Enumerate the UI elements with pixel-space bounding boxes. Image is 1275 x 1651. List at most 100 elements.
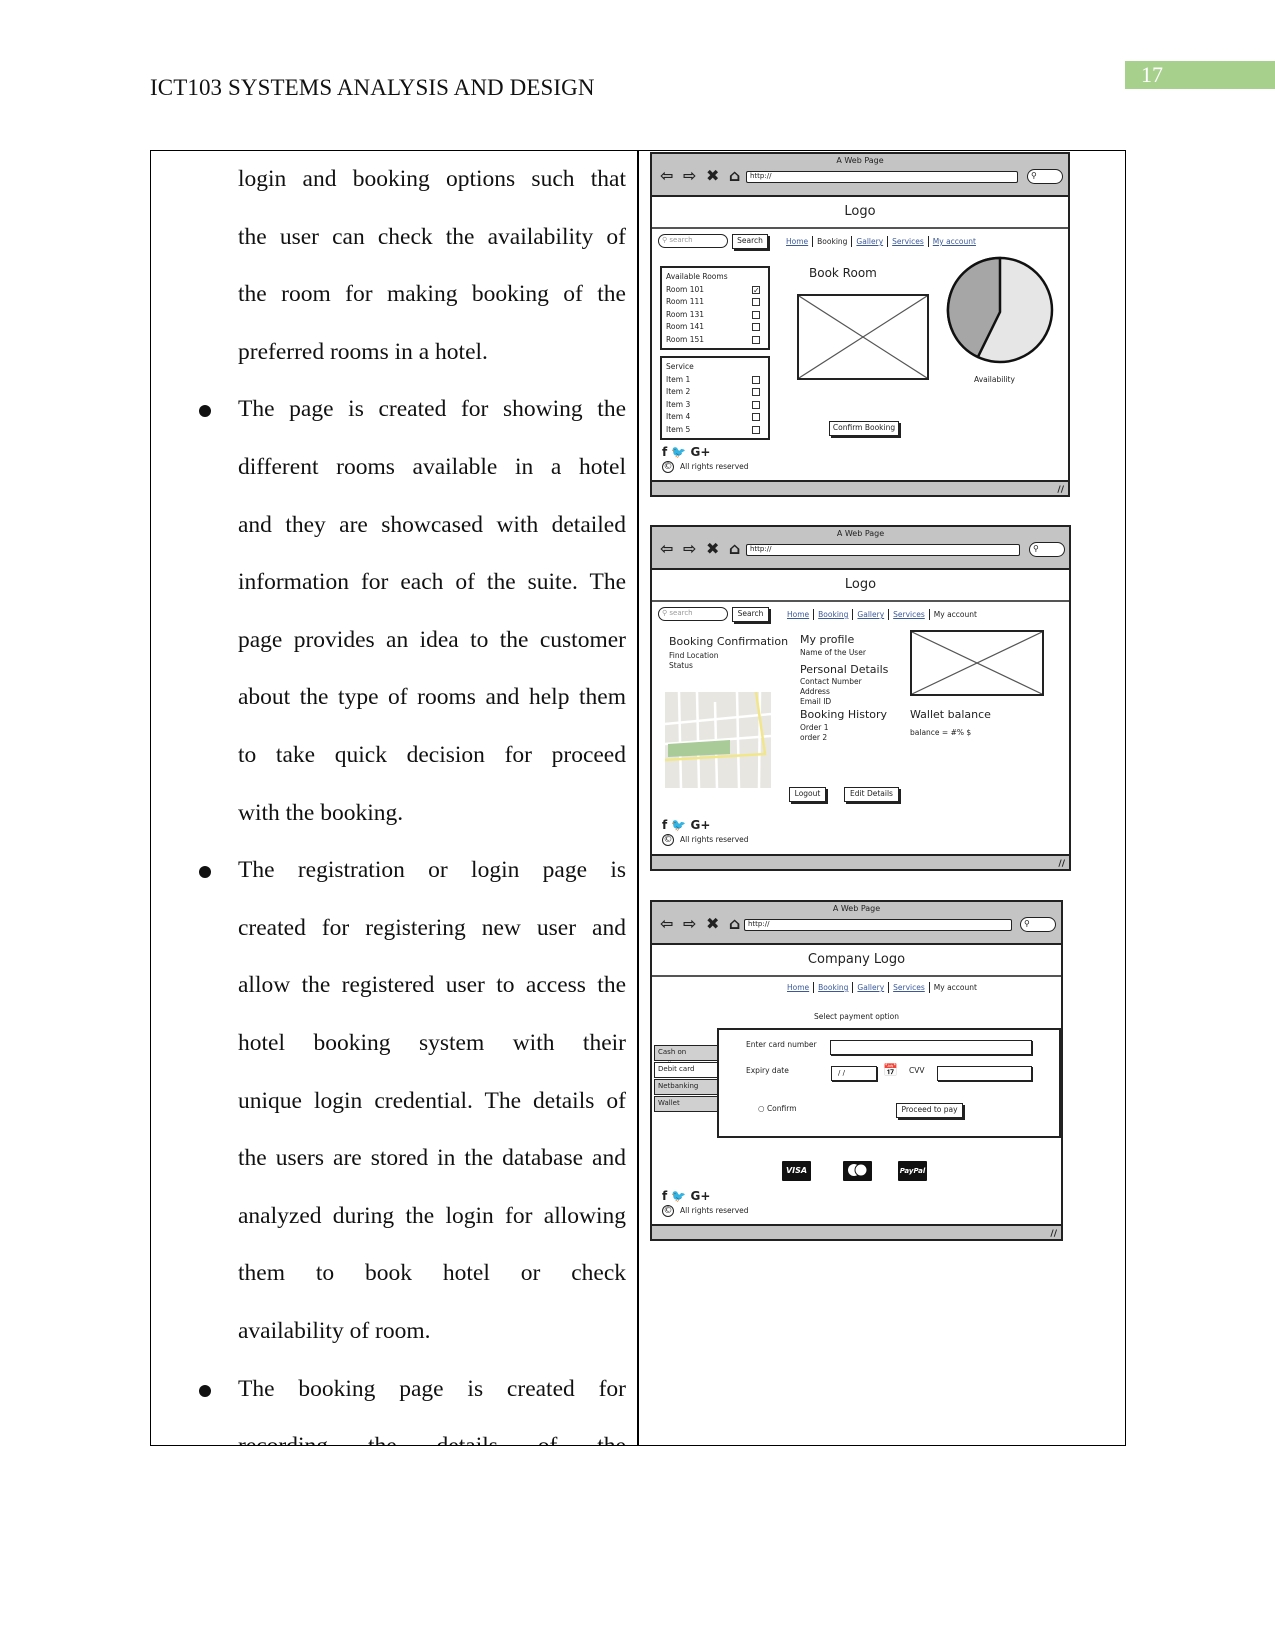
wireframe-profile: A Web Page ⇦ ⇨ ✖ ⌂ http:// ⚲ Logo ⚲ sear… xyxy=(650,525,1071,871)
nav-link-booking: Booking xyxy=(813,236,853,247)
copyright-text: All rights reserved xyxy=(680,462,749,471)
copyright: © All rights reserved xyxy=(662,461,749,473)
paragraph-line: to take quick decision for proceed xyxy=(238,742,626,768)
checkbox-label: Room 111 xyxy=(666,297,705,306)
balance-value: balance = #% $ xyxy=(910,728,972,737)
payment-form-panel: Enter card number Expiry date / / 📅 CVV … xyxy=(717,1028,1061,1138)
user-name: Name of the User xyxy=(800,648,866,657)
nav-links: Home Booking Gallery Services My account xyxy=(782,236,980,247)
url-bar: http:// xyxy=(746,544,1020,556)
checkbox-row: Room 131 xyxy=(666,309,764,322)
pie-label: Availability xyxy=(974,375,1015,384)
checkbox-icon xyxy=(752,425,760,434)
copyright: © All rights reserved xyxy=(662,834,749,846)
paragraph-line: and they are showcased with detailed xyxy=(238,511,626,538)
status: Status xyxy=(669,661,693,670)
wireframe-booking: A Web Page ⇦ ⇨ ✖ ⌂ http:// ⚲ Logo ⚲ sear… xyxy=(650,152,1070,497)
bullet-icon xyxy=(199,866,211,879)
status-bar: // xyxy=(652,480,1068,495)
image-placeholder xyxy=(797,294,929,380)
checkbox-label: Room 141 xyxy=(666,322,705,331)
copyright-text: All rights reserved xyxy=(680,1206,749,1215)
checkbox-icon xyxy=(752,335,760,344)
company-logo: Company Logo xyxy=(807,952,906,967)
card-number-label: Enter card number xyxy=(746,1040,817,1049)
confirm-booking-button: Confirm Booking xyxy=(829,421,899,436)
resize-grip-icon: // xyxy=(1058,859,1065,869)
expiry-date-input: / / xyxy=(831,1066,877,1081)
resize-grip-icon: // xyxy=(1057,485,1064,495)
checkbox-row: Item 3 xyxy=(666,399,764,412)
logo: Logo xyxy=(844,577,877,592)
divider xyxy=(652,975,1061,977)
proceed-to-pay-button: Proceed to pay xyxy=(896,1103,963,1118)
status-bar: // xyxy=(652,854,1069,869)
mastercard-icon xyxy=(843,1161,872,1181)
paragraph-line: the user can check the availability of xyxy=(238,223,626,250)
divider xyxy=(652,600,1069,602)
checkbox-label: Item 4 xyxy=(666,412,691,421)
browser-search-icon: ⚲ xyxy=(1020,917,1056,932)
nav-link-services: Services xyxy=(889,609,930,620)
nav-link-my-account: My account xyxy=(933,983,977,992)
browser-nav-icons: ⇦ ⇨ ✖ ⌂ xyxy=(660,166,743,185)
checkbox-icon xyxy=(752,298,760,306)
nav-link-my-account: My account xyxy=(933,610,977,619)
social-icons: f 🐦 G+ xyxy=(662,1189,711,1203)
cvv-input xyxy=(937,1066,1032,1081)
text-column: login and booking options such that the u… xyxy=(151,151,637,1445)
checkbox-row: Room 101 ✓ xyxy=(666,284,764,297)
search-placeholder: search xyxy=(669,236,693,244)
browser-toolbar: A Web Page ⇦ ⇨ ✖ ⌂ http:// ⚲ xyxy=(652,902,1061,945)
calendar-icon: 📅 xyxy=(883,1063,898,1077)
browser-search-icon: ⚲ xyxy=(1029,542,1065,557)
browser-search-icon: ⚲ xyxy=(1027,169,1063,184)
search-button: Search xyxy=(732,234,768,249)
copyright-icon: © xyxy=(662,1205,674,1217)
book-room-heading: Book Room xyxy=(809,266,877,280)
nav-links: Home Booking Gallery Services My account xyxy=(783,609,981,620)
paragraph-line: preferred rooms in a hotel. xyxy=(238,338,488,365)
browser-toolbar: A Web Page ⇦ ⇨ ✖ ⌂ http:// ⚲ xyxy=(652,527,1069,570)
nav-link-gallery: Gallery xyxy=(853,609,890,620)
paragraph-line: allow the registered user to access the xyxy=(238,972,626,999)
service-title: Service xyxy=(666,362,694,371)
paragraph-line: different rooms available in a hotel xyxy=(238,454,626,480)
profile-image-placeholder xyxy=(910,630,1044,696)
paragraph-line: with the booking. xyxy=(238,799,404,826)
bullet-icon xyxy=(199,1384,211,1397)
personal-details-heading: Personal Details xyxy=(800,663,889,676)
email-id: Email ID xyxy=(800,697,832,706)
payment-tab-wallet: Wallet xyxy=(654,1096,718,1112)
search-input: ⚲ search xyxy=(658,234,728,248)
checkbox-icon xyxy=(752,310,760,319)
available-rooms-panel: Available Rooms Room 101 ✓ Room 111 Room 13… xyxy=(660,266,770,350)
paragraph-line: created for registering new user and xyxy=(238,914,626,941)
paragraph-line: page provides an idea to the customer xyxy=(238,626,626,653)
radio-icon: ○ xyxy=(758,1104,765,1113)
content-table: login and booking options such that the u… xyxy=(150,150,1126,1446)
nav-link-gallery: Gallery xyxy=(853,982,890,993)
social-icons: f 🐦 G+ xyxy=(662,818,711,832)
nav-link-gallery: Gallery xyxy=(852,236,889,247)
paragraph-line: information for each of the suite. The xyxy=(238,569,626,596)
paragraph-line: about the type of rooms and help them xyxy=(238,684,626,711)
checkbox-row: Room 151 xyxy=(666,334,764,347)
browser-nav-icons: ⇦ ⇨ ✖ ⌂ xyxy=(660,914,743,933)
booking-history-heading: Booking History xyxy=(800,708,888,721)
browser-title: A Web Page xyxy=(836,156,884,165)
nav-link-home: Home xyxy=(783,982,815,993)
checkbox-icon xyxy=(752,400,760,409)
payment-tab-debit-card: Debit card xyxy=(654,1062,718,1078)
nav-link-booking: Booking xyxy=(814,609,854,620)
checkbox-icon xyxy=(752,413,760,421)
checkbox-row: Item 4 xyxy=(666,411,764,424)
checkbox-label: Room 131 xyxy=(666,309,705,319)
checked-checkbox-icon: ✓ xyxy=(752,285,760,295)
logout-button: Logout xyxy=(789,787,826,802)
copyright-icon: © xyxy=(662,834,674,846)
search-input: ⚲ search xyxy=(658,607,728,621)
paragraph-line: hotel booking system with their xyxy=(238,1030,626,1056)
checkbox-label: Item 1 xyxy=(666,374,691,384)
location-map xyxy=(665,692,771,788)
